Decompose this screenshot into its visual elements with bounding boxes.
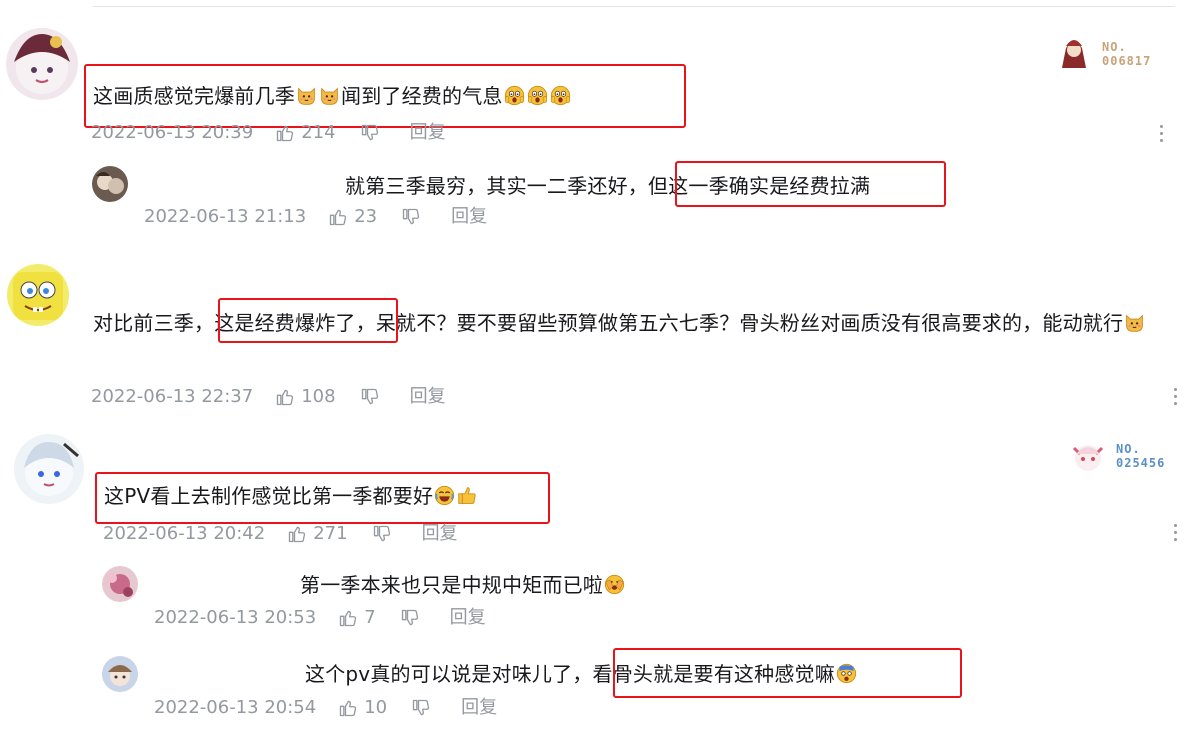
thumb-down-icon [360,387,380,407]
comment-text-part: 闻到了经费的气息 [341,84,503,108]
reply-button[interactable]: 回复 [461,697,497,719]
comment-text-part: 第一季本来也只是中规中矩而已啦 [300,573,603,597]
like-count: 7 [364,607,376,628]
thumb-up-icon [275,387,295,407]
thumb-down-icon [401,207,421,227]
comment-meta: 2022-06-13 20:42 271 回复 [103,523,458,545]
thumb-down-icon [360,123,380,143]
highlighted-text: 看骨头就是要有这种感觉嘛 [592,662,835,686]
comment-date: 2022-06-13 20:42 [103,523,266,544]
more-options-button[interactable] [1158,125,1164,147]
comment-text-part: 对比前三季， [93,311,215,335]
like-button[interactable]: 7 [338,607,399,629]
comment-text-part: 这画质感觉完爆前几季 [93,84,295,108]
cat-emoji [296,85,317,106]
like-count: 108 [301,386,336,407]
comment-text-part: 呆就不？要不要留些预算做第五六七季？骨头粉丝对画质没有很高要求的，能动就行 [375,311,1124,335]
scared-face-emoji [550,85,571,106]
comment-text-part: 这个pv真的可以说是对味儿了， [305,662,593,686]
comment-date: 2022-06-13 20:53 [154,607,317,628]
comment-meta: 2022-06-13 20:54 10 回复 [154,697,497,719]
comment-text: 第一季本来也只是中规中矩而已啦 [300,573,626,597]
reply-button[interactable]: 回复 [422,523,458,545]
comment-meta: 2022-06-13 21:13 23 回复 [144,206,487,228]
dislike-button[interactable] [360,123,380,143]
fan-badge-no: NO. [1116,442,1141,456]
comment-date: 2022-06-13 22:37 [91,386,254,407]
fan-badge-icon [1052,32,1096,76]
like-count: 10 [364,697,388,718]
dislike-button[interactable] [360,387,380,407]
thumb-up-icon [287,524,307,544]
reply-button[interactable]: 回复 [451,206,487,228]
comment-text: 这个pv真的可以说是对味儿了，看骨头就是要有这种感觉嘛 [305,662,858,686]
reply-button[interactable]: 回复 [410,386,446,408]
fan-badge-number: 025456 [1116,456,1166,470]
thumb-down-icon [400,608,420,628]
fan-badge: NO. 025456 [1066,434,1165,478]
laugh-cry-emoji [434,485,455,506]
comment-meta: 2022-06-13 20:53 7 回复 [154,607,486,629]
comment-meta: 2022-06-13 20:39 214 回复 [91,122,446,144]
avatar[interactable] [92,166,128,202]
fan-badge: NO. 006817 [1052,32,1151,76]
like-button[interactable]: 214 [275,122,359,144]
like-count: 214 [301,122,336,143]
thumb-up-icon [338,698,358,718]
reply-button[interactable]: 回复 [450,607,486,629]
fan-badge-icon [1066,434,1110,478]
comment-date: 2022-06-13 20:54 [154,697,317,718]
avatar[interactable] [102,656,138,692]
dislike-button[interactable] [401,207,421,227]
scared-face-emoji [504,85,525,106]
comment-text-part: 这PV看上去制作感觉比第一季都要好 [104,484,434,508]
thumb-down-icon [411,698,431,718]
scared-face-emoji [527,85,548,106]
like-count: 271 [313,523,348,544]
more-options-button[interactable] [1172,524,1178,546]
shocked-emoji [836,663,857,684]
highlighted-text: 这是经费爆炸了， [214,311,376,335]
thumbs-up-emoji [457,485,478,506]
dislike-button[interactable] [400,608,420,628]
like-button[interactable]: 10 [338,697,411,719]
comment-text: 这PV看上去制作感觉比第一季都要好 [104,484,479,508]
cover-face-emoji [604,574,625,595]
like-button[interactable]: 108 [275,386,359,408]
avatar[interactable] [7,264,69,326]
thumb-up-icon [328,207,348,227]
fan-badge-no: NO. [1102,40,1127,54]
comment-text: 就第三季最穷，其实一二季还好，但这一季确实是经费拉满 [345,174,870,198]
avatar[interactable] [102,566,138,602]
comment-text: 对比前三季，这是经费爆炸了，呆就不？要不要留些预算做第五六七季？骨头粉丝对画质没… [93,306,1188,340]
comment-date: 2022-06-13 20:39 [91,122,254,143]
avatar[interactable] [14,434,84,504]
comment-text: 这画质感觉完爆前几季 闻到了经费的气息 [93,84,572,108]
comment-text-part: 就第三季最穷，其实一二季还好， [345,174,648,198]
highlighted-text: 但这一季确实是经费拉满 [648,174,871,198]
comment-date: 2022-06-13 21:13 [144,206,307,227]
dislike-button[interactable] [372,524,392,544]
reply-button[interactable]: 回复 [410,122,446,144]
thumb-down-icon [372,524,392,544]
avatar[interactable] [6,28,78,100]
like-button[interactable]: 271 [287,523,371,545]
like-button[interactable]: 23 [328,206,401,228]
thumb-up-icon [338,608,358,628]
cat-emoji [1124,312,1145,333]
fan-badge-number: 006817 [1102,54,1152,68]
dislike-button[interactable] [411,698,431,718]
thumb-up-icon [275,123,295,143]
cat-emoji [319,85,340,106]
like-count: 23 [354,206,378,227]
comment-meta: 2022-06-13 22:37 108 回复 [91,386,446,408]
more-options-button[interactable] [1172,388,1178,410]
top-divider [93,6,1175,7]
